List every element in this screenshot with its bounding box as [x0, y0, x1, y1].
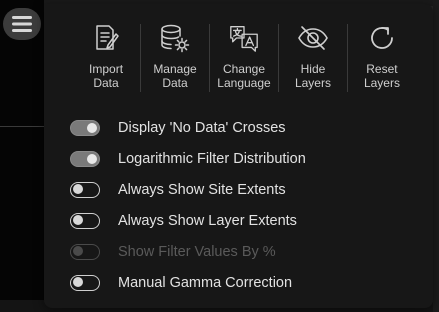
option-label: Manual Gamma Correction: [118, 274, 293, 291]
import-data-label-line2: Data: [93, 76, 119, 90]
hide-layers-label-line2: Layers: [294, 76, 331, 90]
reset-icon: [366, 22, 398, 54]
option-label: Logarithmic Filter Distribution: [118, 150, 306, 167]
option-label: Always Show Layer Extents: [118, 212, 297, 229]
option-always-show-layer-extents[interactable]: Always Show Layer Extents: [70, 205, 410, 236]
change-language-button[interactable]: Change Language: [210, 20, 278, 96]
manage-data-button[interactable]: Manage Data: [141, 20, 209, 96]
toggle-knob: [73, 246, 83, 256]
settings-dropdown-panel: Import Data Manage Data Change Language …: [44, 4, 433, 308]
toggle-knob: [73, 184, 83, 194]
toggle-knob: [73, 215, 83, 225]
toggle-switch[interactable]: [70, 150, 100, 167]
left-dark-strip: [0, 0, 44, 312]
reset-layers-label-line1: Reset: [366, 62, 398, 76]
options-list: Display 'No Data' Crosses Logarithmic Fi…: [70, 112, 410, 298]
hamburger-icon: [12, 15, 32, 33]
left-strip-divider: [0, 126, 44, 127]
option-display-no-data-crosses[interactable]: Display 'No Data' Crosses: [70, 112, 410, 143]
menu-button[interactable]: [3, 8, 41, 40]
toggle-knob: [87, 153, 97, 164]
manage-data-label-line1: Manage: [153, 62, 197, 76]
translate-icon: [228, 22, 260, 54]
toggle-knob: [73, 277, 83, 287]
option-always-show-site-extents[interactable]: Always Show Site Extents: [70, 174, 410, 205]
hide-layers-label-line1: Hide: [300, 62, 326, 76]
toggle-switch[interactable]: [70, 119, 100, 136]
toggle-switch-disabled: [70, 243, 100, 260]
toggle-switch[interactable]: [70, 274, 100, 291]
change-language-label-line2: Language: [217, 76, 271, 90]
option-show-filter-values-by-percent: Show Filter Values By %: [70, 236, 410, 267]
manage-data-label-line2: Data: [162, 76, 188, 90]
option-label: Always Show Site Extents: [118, 181, 286, 198]
change-language-label-line1: Change: [222, 62, 266, 76]
database-gear-icon: [159, 22, 191, 54]
toggle-knob: [87, 122, 97, 133]
import-data-button[interactable]: Import Data: [72, 20, 140, 96]
toggle-switch[interactable]: [70, 181, 100, 198]
import-data-label-line1: Import: [89, 62, 124, 76]
reset-layers-label-line2: Layers: [363, 76, 400, 90]
import-data-icon: [90, 22, 122, 54]
option-label: Display 'No Data' Crosses: [118, 119, 286, 136]
option-label: Show Filter Values By %: [118, 243, 276, 260]
reset-layers-button[interactable]: Reset Layers: [348, 20, 416, 96]
option-logarithmic-filter-distribution[interactable]: Logarithmic Filter Distribution: [70, 143, 410, 174]
eye-slash-icon: [297, 22, 329, 54]
action-toolbar: Import Data Manage Data Change Language …: [72, 20, 416, 96]
right-edge: [433, 0, 439, 312]
toggle-switch[interactable]: [70, 212, 100, 229]
hide-layers-button[interactable]: Hide Layers: [279, 20, 347, 96]
option-manual-gamma-correction[interactable]: Manual Gamma Correction: [70, 267, 410, 298]
